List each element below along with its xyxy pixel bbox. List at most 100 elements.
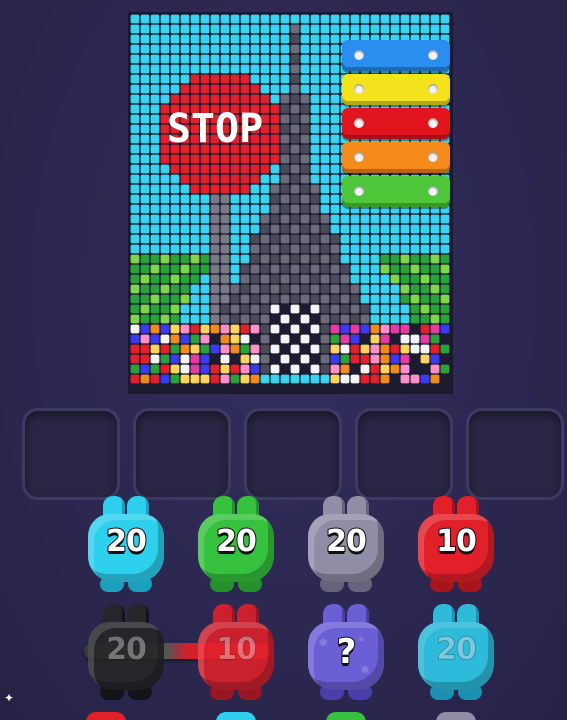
- pixel-cell: [440, 324, 450, 334]
- pixel-cell: [170, 384, 180, 392]
- xylophone[interactable]: [342, 40, 452, 212]
- pixel-cell: [290, 274, 300, 284]
- pixel-cell: [160, 354, 170, 364]
- pixel-cell: [280, 34, 290, 44]
- pixel-cell: [380, 384, 390, 392]
- pixel-cell: [160, 204, 170, 214]
- pixel-cell: [180, 264, 190, 274]
- pixel-cell: [180, 84, 190, 94]
- pixel-cell: [270, 114, 280, 124]
- bunny-shooter-piece[interactable]: 20: [416, 604, 496, 704]
- pixel-cell: [280, 374, 290, 384]
- pixel-cell: [400, 234, 410, 244]
- pixel-cell: [290, 324, 300, 334]
- pixel-cell: [250, 184, 260, 194]
- pixel-cell: [420, 344, 430, 354]
- pixel-cell: [200, 64, 210, 74]
- mystery-bunny-piece[interactable]: ?: [306, 604, 386, 704]
- pixel-cell: [180, 294, 190, 304]
- pixel-cell: [160, 254, 170, 264]
- stop-sign-text: STOP: [167, 106, 263, 152]
- pixel-cell: [390, 224, 400, 234]
- pixel-cell: [300, 94, 310, 104]
- pixel-cell: [330, 354, 340, 364]
- xylophone-bar-green[interactable]: [342, 176, 450, 207]
- pixel-cell: [320, 124, 330, 134]
- xylophone-bar-red[interactable]: [342, 108, 450, 139]
- xylophone-bar-yellow[interactable]: [342, 74, 450, 105]
- pixel-cell: [310, 54, 320, 64]
- pixel-cell: [230, 304, 240, 314]
- pixel-cell: [410, 374, 420, 384]
- pixel-cell: [280, 304, 290, 314]
- bunny-shooter-piece[interactable]: 20: [86, 604, 166, 704]
- pixel-cell: [160, 24, 170, 34]
- pixel-cell: [420, 224, 430, 234]
- xylophone-bar-orange[interactable]: [342, 142, 450, 173]
- pixel-cell: [150, 194, 160, 204]
- pixel-cell: [130, 134, 140, 144]
- pixel-cell: [440, 364, 450, 374]
- pixel-cell: [170, 334, 180, 344]
- pixel-cell: [310, 224, 320, 234]
- bunny-shooter-piece[interactable]: 10: [416, 496, 496, 596]
- pixel-cell: [420, 244, 430, 254]
- pixel-cell: [250, 224, 260, 234]
- pixel-cell: [170, 154, 180, 164]
- pixel-cell: [350, 234, 360, 244]
- pixel-cell: [150, 14, 160, 24]
- holding-slot[interactable]: [355, 408, 453, 500]
- pixel-cell: [230, 264, 240, 274]
- pixel-cell: [170, 374, 180, 384]
- holding-slot[interactable]: [244, 408, 342, 500]
- pixel-cell: [320, 14, 330, 24]
- pixel-cell: [270, 354, 280, 364]
- pixel-cell: [390, 14, 400, 24]
- queue-peek-piece: [216, 712, 256, 720]
- pixel-cell: [350, 274, 360, 284]
- pixel-cell: [130, 294, 140, 304]
- pixel-cell: [300, 194, 310, 204]
- pixel-cell: [140, 214, 150, 224]
- pixel-cell: [180, 44, 190, 54]
- pixel-cell: [250, 234, 260, 244]
- pixel-cell: [260, 364, 270, 374]
- pixel-cell: [170, 364, 180, 374]
- pixel-cell: [160, 304, 170, 314]
- xylophone-bar-blue[interactable]: [342, 40, 450, 71]
- pixel-cell: [230, 154, 240, 164]
- pixel-cell: [250, 214, 260, 224]
- pixel-cell: [290, 214, 300, 224]
- mystery-mark: ?: [336, 631, 358, 673]
- pixel-cell: [260, 194, 270, 204]
- pixel-cell: [190, 314, 200, 324]
- pixel-cell: [150, 214, 160, 224]
- holding-slot[interactable]: [22, 408, 120, 500]
- pixel-cell: [390, 24, 400, 34]
- pixel-cell: [200, 14, 210, 24]
- bunny-shooter-piece[interactable]: 20: [196, 496, 276, 596]
- pixel-cell: [330, 304, 340, 314]
- pixel-cell: [420, 254, 430, 264]
- pixel-cell: [160, 174, 170, 184]
- holding-slot[interactable]: [466, 408, 564, 500]
- holding-slot[interactable]: [133, 408, 231, 500]
- pixel-cell: [260, 44, 270, 54]
- pixel-cell: [280, 124, 290, 134]
- pixel-cell: [150, 324, 160, 334]
- pixel-cell: [320, 194, 330, 204]
- pixel-cell: [170, 214, 180, 224]
- bunny-shooter-piece[interactable]: 20: [86, 496, 166, 596]
- pixel-cell: [360, 354, 370, 364]
- pixel-cell: [330, 104, 340, 114]
- pixel-cell: [230, 84, 240, 94]
- pixel-cell: [390, 234, 400, 244]
- pixel-cell: [150, 304, 160, 314]
- pixel-cell: [300, 324, 310, 334]
- pixel-cell: [350, 224, 360, 234]
- bunny-shooter-piece[interactable]: 10: [196, 604, 276, 704]
- pixel-cell: [370, 294, 380, 304]
- bunny-shooter-piece[interactable]: 20: [306, 496, 386, 596]
- pixel-cell: [290, 54, 300, 64]
- pixel-cell: [220, 14, 230, 24]
